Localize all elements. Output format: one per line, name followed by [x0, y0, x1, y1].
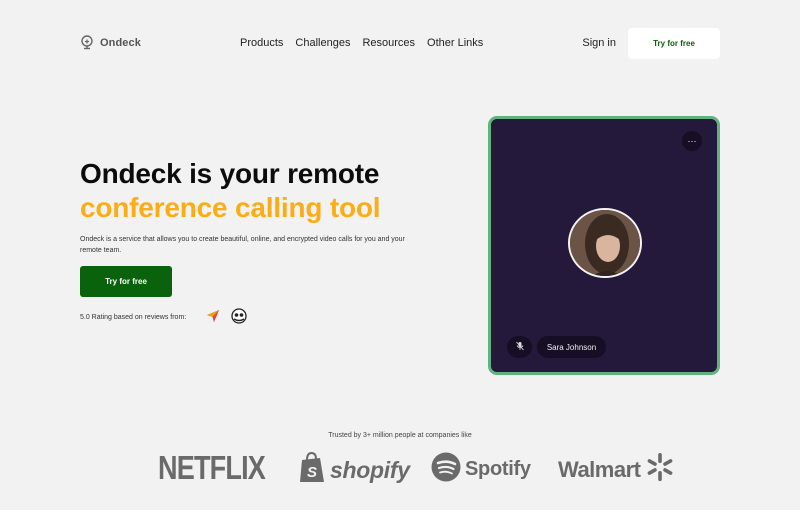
logo-text: Ondeck [100, 37, 141, 49]
hero-title-line2: conference calling tool [80, 192, 381, 223]
spotify-logo: Spotify [431, 452, 531, 487]
participant-avatar [568, 208, 642, 278]
logo[interactable]: Ondeck [80, 35, 141, 51]
nav-item-resources[interactable]: Resources [362, 37, 415, 49]
shopify-logo: S shopify [298, 451, 410, 489]
mic-off-icon [515, 338, 525, 356]
sign-in-link[interactable]: Sign in [582, 37, 616, 49]
rating-text: 5.0 Rating based on reviews from: [80, 314, 187, 321]
header-try-free-button[interactable]: Try for free [628, 28, 720, 59]
microphone-logo-icon [80, 35, 94, 51]
paper-plane-review-logo-icon [206, 309, 220, 328]
walmart-logo-text: Walmart [558, 456, 641, 482]
spotify-logo-text: Spotify [465, 458, 531, 480]
more-options-button[interactable]: ··· [682, 131, 702, 151]
netflix-logo: NETFLIX [158, 448, 266, 488]
main-nav: Products Challenges Resources Other Link… [240, 37, 483, 49]
nav-item-products[interactable]: Products [240, 37, 283, 49]
nav-item-other-links[interactable]: Other Links [427, 37, 483, 49]
mic-muted-button[interactable] [507, 336, 532, 358]
hero-try-free-button[interactable]: Try for free [80, 266, 172, 297]
shopify-bag-icon: S [298, 451, 326, 489]
hero-description: Ondeck is a service that allows you to c… [80, 236, 405, 254]
hero-title: Ondeck is your remote conference calling… [80, 157, 381, 225]
walmart-spark-icon [645, 452, 675, 487]
site-header: Ondeck Products Challenges Resources Oth… [80, 28, 720, 59]
shopify-logo-text: shopify [330, 457, 410, 483]
owl-review-logo-icon [231, 308, 247, 329]
nav-item-challenges[interactable]: Challenges [295, 37, 350, 49]
svg-text:S: S [307, 464, 317, 481]
walmart-logo: Walmart [558, 452, 675, 487]
video-call-card: ··· Sara Johnson [488, 116, 720, 375]
spotify-circle-icon [431, 452, 461, 487]
hero-title-line1: Ondeck is your remote [80, 158, 380, 189]
netflix-logo-text: NETFLIX [158, 449, 266, 486]
trusted-text: Trusted by 3+ million people at companie… [328, 432, 472, 439]
participant-name-badge: Sara Johnson [537, 336, 606, 358]
